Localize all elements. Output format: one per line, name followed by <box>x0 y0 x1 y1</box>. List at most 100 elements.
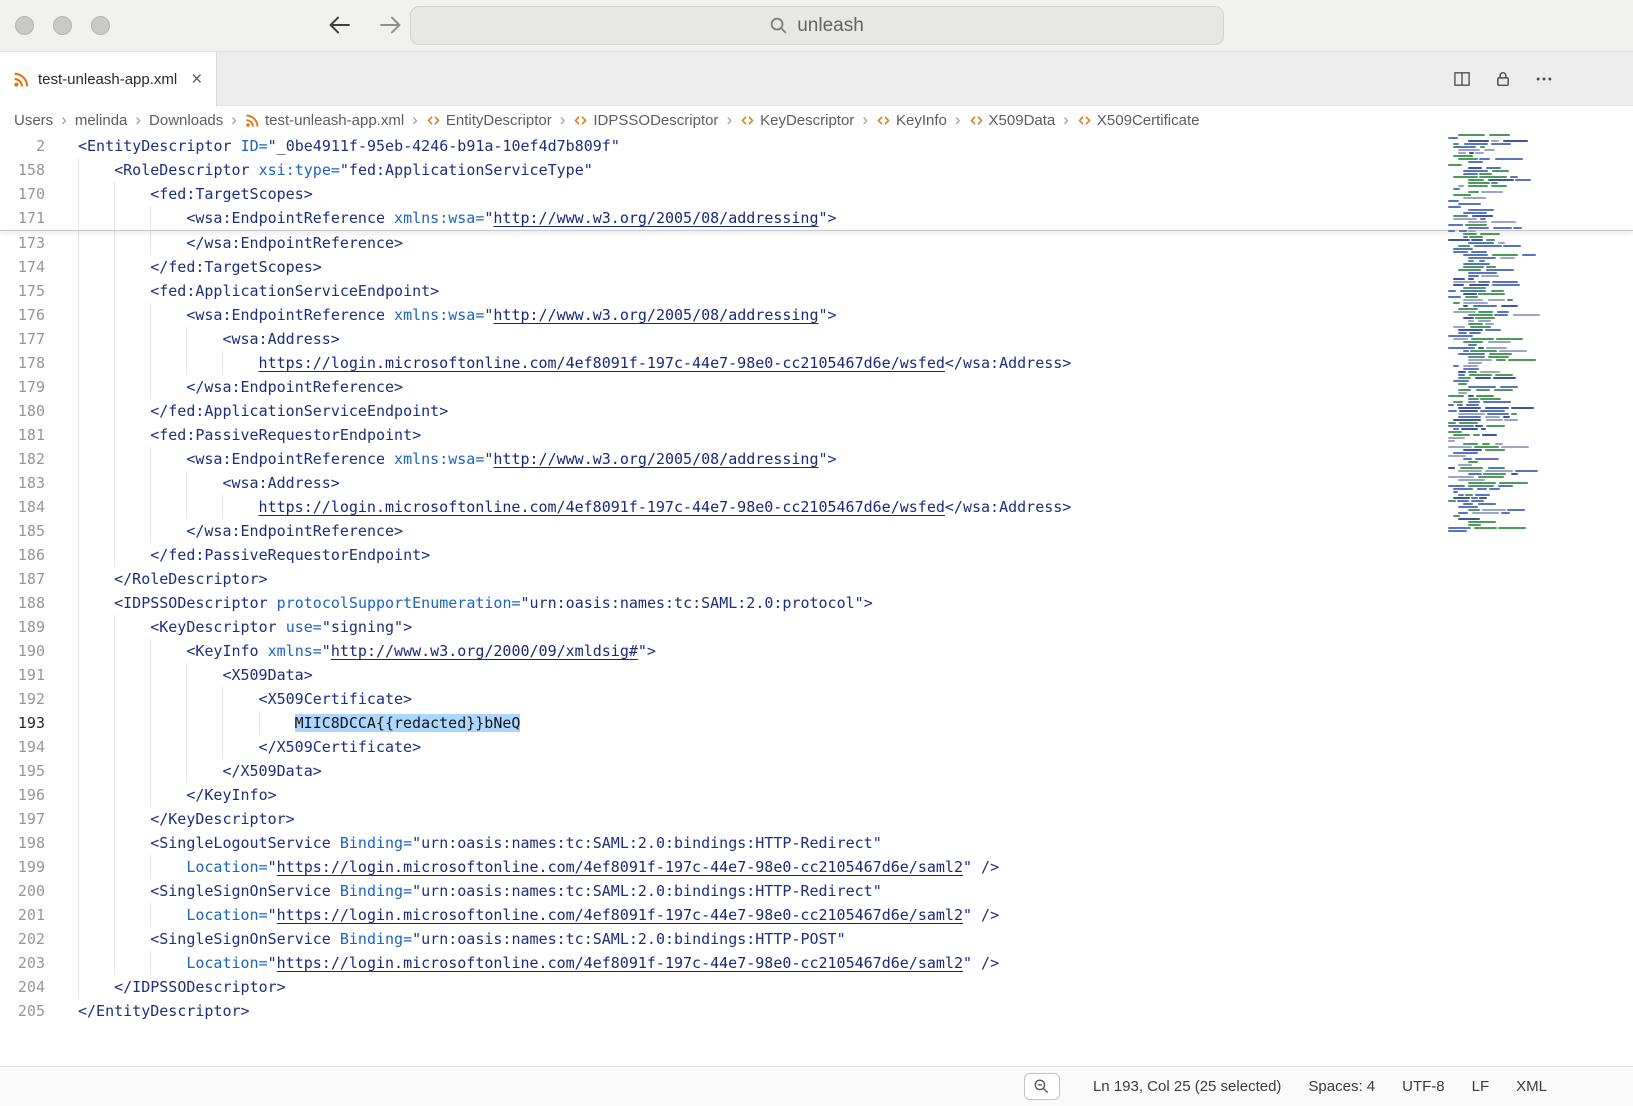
code-line-204[interactable]: 204</IDPSSODescriptor> <box>0 975 1633 999</box>
code-line-179[interactable]: 179</wsa:EndpointReference> <box>0 375 1633 399</box>
code-area[interactable]: 173</wsa:EndpointReference>174</fed:Targ… <box>0 231 1633 1023</box>
breadcrumb-item-users[interactable]: Users <box>14 112 53 129</box>
code-line-158[interactable]: 158<RoleDescriptor xsi:type="fed:Applica… <box>0 158 1633 182</box>
editor[interactable]: 2<EntityDescriptor ID="_0be4911f-95eb-42… <box>0 134 1633 1066</box>
code-line-191[interactable]: 191<X509Data> <box>0 663 1633 687</box>
line-number[interactable]: 174 <box>0 255 62 279</box>
breadcrumb-item-x509data[interactable]: X509Data <box>969 112 1056 129</box>
line-number[interactable]: 175 <box>0 279 62 303</box>
eol-status[interactable]: LF <box>1472 1078 1490 1095</box>
sticky-scroll[interactable]: 2<EntityDescriptor ID="_0be4911f-95eb-42… <box>0 134 1633 231</box>
back-arrow-icon[interactable] <box>325 11 353 39</box>
maximize-button[interactable] <box>91 16 110 35</box>
code-line-171[interactable]: 171<wsa:EndpointReference xmlns:wsa="htt… <box>0 206 1633 230</box>
code-line-193[interactable]: 193MIIC8DCCA{{redacted}}bNeQ <box>0 711 1633 735</box>
code-line-174[interactable]: 174</fed:TargetScopes> <box>0 255 1633 279</box>
line-number[interactable]: 181 <box>0 423 62 447</box>
line-number[interactable]: 203 <box>0 951 62 975</box>
tab-test-unleash-app[interactable]: test-unleash-app.xml × <box>0 52 217 106</box>
code-line-180[interactable]: 180</fed:ApplicationServiceEndpoint> <box>0 399 1633 423</box>
code-line-183[interactable]: 183<wsa:Address> <box>0 471 1633 495</box>
line-number[interactable]: 205 <box>0 999 62 1023</box>
code-line-187[interactable]: 187</RoleDescriptor> <box>0 567 1633 591</box>
code-line-201[interactable]: 201Location="https://login.microsoftonli… <box>0 903 1633 927</box>
line-number[interactable]: 192 <box>0 687 62 711</box>
breadcrumb-item-entitydescriptor[interactable]: EntityDescriptor <box>426 112 552 129</box>
zoom-out-button[interactable] <box>1024 1073 1060 1100</box>
line-number[interactable]: 184 <box>0 495 62 519</box>
line-number[interactable]: 177 <box>0 327 62 351</box>
line-number[interactable]: 180 <box>0 399 62 423</box>
line-number[interactable]: 170 <box>0 182 62 206</box>
line-number[interactable]: 196 <box>0 783 62 807</box>
breadcrumb-item-melinda[interactable]: melinda <box>75 112 128 129</box>
line-number[interactable]: 193 <box>0 711 62 735</box>
split-editor-icon[interactable] <box>1453 70 1471 88</box>
breadcrumb-item-downloads[interactable]: Downloads <box>149 112 223 129</box>
code-line-176[interactable]: 176<wsa:EndpointReference xmlns:wsa="htt… <box>0 303 1633 327</box>
minimize-button[interactable] <box>53 16 72 35</box>
code-line-188[interactable]: 188<IDPSSODescriptor protocolSupportEnum… <box>0 591 1633 615</box>
code-line-195[interactable]: 195</X509Data> <box>0 759 1633 783</box>
code-line-189[interactable]: 189<KeyDescriptor use="signing"> <box>0 615 1633 639</box>
cursor-position[interactable]: Ln 193, Col 25 (25 selected) <box>1093 1078 1281 1095</box>
line-number[interactable]: 188 <box>0 591 62 615</box>
code-line-200[interactable]: 200<SingleSignOnService Binding="urn:oas… <box>0 879 1633 903</box>
code-line-199[interactable]: 199Location="https://login.microsoftonli… <box>0 855 1633 879</box>
line-number[interactable]: 171 <box>0 206 62 230</box>
tab-close-icon[interactable]: × <box>191 70 202 89</box>
code-line-192[interactable]: 192<X509Certificate> <box>0 687 1633 711</box>
lock-icon[interactable] <box>1494 70 1512 88</box>
line-number[interactable]: 182 <box>0 447 62 471</box>
line-number[interactable]: 187 <box>0 567 62 591</box>
line-number[interactable]: 183 <box>0 471 62 495</box>
close-button[interactable] <box>15 16 34 35</box>
command-center-search[interactable]: unleash <box>410 6 1224 45</box>
line-number[interactable]: 185 <box>0 519 62 543</box>
breadcrumb-item-keyinfo[interactable]: KeyInfo <box>876 112 947 129</box>
code-line-177[interactable]: 177<wsa:Address> <box>0 327 1633 351</box>
code-line-198[interactable]: 198<SingleLogoutService Binding="urn:oas… <box>0 831 1633 855</box>
code-line-170[interactable]: 170<fed:TargetScopes> <box>0 182 1633 206</box>
line-number[interactable]: 2 <box>0 134 62 158</box>
line-number[interactable]: 178 <box>0 351 62 375</box>
breadcrumb-item-x509certificate[interactable]: X509Certificate <box>1077 112 1200 129</box>
line-number[interactable]: 200 <box>0 879 62 903</box>
line-number[interactable]: 204 <box>0 975 62 999</box>
code-line-2[interactable]: 2<EntityDescriptor ID="_0be4911f-95eb-42… <box>0 134 1633 158</box>
code-line-202[interactable]: 202<SingleSignOnService Binding="urn:oas… <box>0 927 1633 951</box>
line-number[interactable]: 199 <box>0 855 62 879</box>
code-line-194[interactable]: 194</X509Certificate> <box>0 735 1633 759</box>
code-line-181[interactable]: 181<fed:PassiveRequestorEndpoint> <box>0 423 1633 447</box>
code-line-173[interactable]: 173</wsa:EndpointReference> <box>0 231 1633 255</box>
line-number[interactable]: 194 <box>0 735 62 759</box>
code-line-190[interactable]: 190<KeyInfo xmlns="http://www.w3.org/200… <box>0 639 1633 663</box>
code-line-185[interactable]: 185</wsa:EndpointReference> <box>0 519 1633 543</box>
code-line-178[interactable]: 178https://login.microsoftonline.com/4ef… <box>0 351 1633 375</box>
breadcrumb-item-test-unleash-app-xml[interactable]: test-unleash-app.xml <box>245 112 404 129</box>
line-number[interactable]: 201 <box>0 903 62 927</box>
line-number[interactable]: 190 <box>0 639 62 663</box>
code-line-203[interactable]: 203Location="https://login.microsoftonli… <box>0 951 1633 975</box>
code-line-196[interactable]: 196</KeyInfo> <box>0 783 1633 807</box>
line-number[interactable]: 179 <box>0 375 62 399</box>
code-line-175[interactable]: 175<fed:ApplicationServiceEndpoint> <box>0 279 1633 303</box>
line-number[interactable]: 173 <box>0 231 62 255</box>
breadcrumb-item-idpssodescriptor[interactable]: IDPSSODescriptor <box>573 112 718 129</box>
encoding-status[interactable]: UTF-8 <box>1402 1078 1445 1095</box>
line-number[interactable]: 191 <box>0 663 62 687</box>
line-number[interactable]: 198 <box>0 831 62 855</box>
code-line-205[interactable]: 205</EntityDescriptor> <box>0 999 1633 1023</box>
breadcrumb-item-keydescriptor[interactable]: KeyDescriptor <box>740 112 854 129</box>
code-line-186[interactable]: 186</fed:PassiveRequestorEndpoint> <box>0 543 1633 567</box>
line-number[interactable]: 176 <box>0 303 62 327</box>
code-line-182[interactable]: 182<wsa:EndpointReference xmlns:wsa="htt… <box>0 447 1633 471</box>
code-line-197[interactable]: 197</KeyDescriptor> <box>0 807 1633 831</box>
code-line-184[interactable]: 184https://login.microsoftonline.com/4ef… <box>0 495 1633 519</box>
minimap[interactable] <box>1448 134 1545 538</box>
line-number[interactable]: 195 <box>0 759 62 783</box>
language-mode[interactable]: XML <box>1516 1078 1547 1095</box>
line-number[interactable]: 186 <box>0 543 62 567</box>
forward-arrow-icon[interactable] <box>377 11 405 39</box>
line-number[interactable]: 158 <box>0 158 62 182</box>
